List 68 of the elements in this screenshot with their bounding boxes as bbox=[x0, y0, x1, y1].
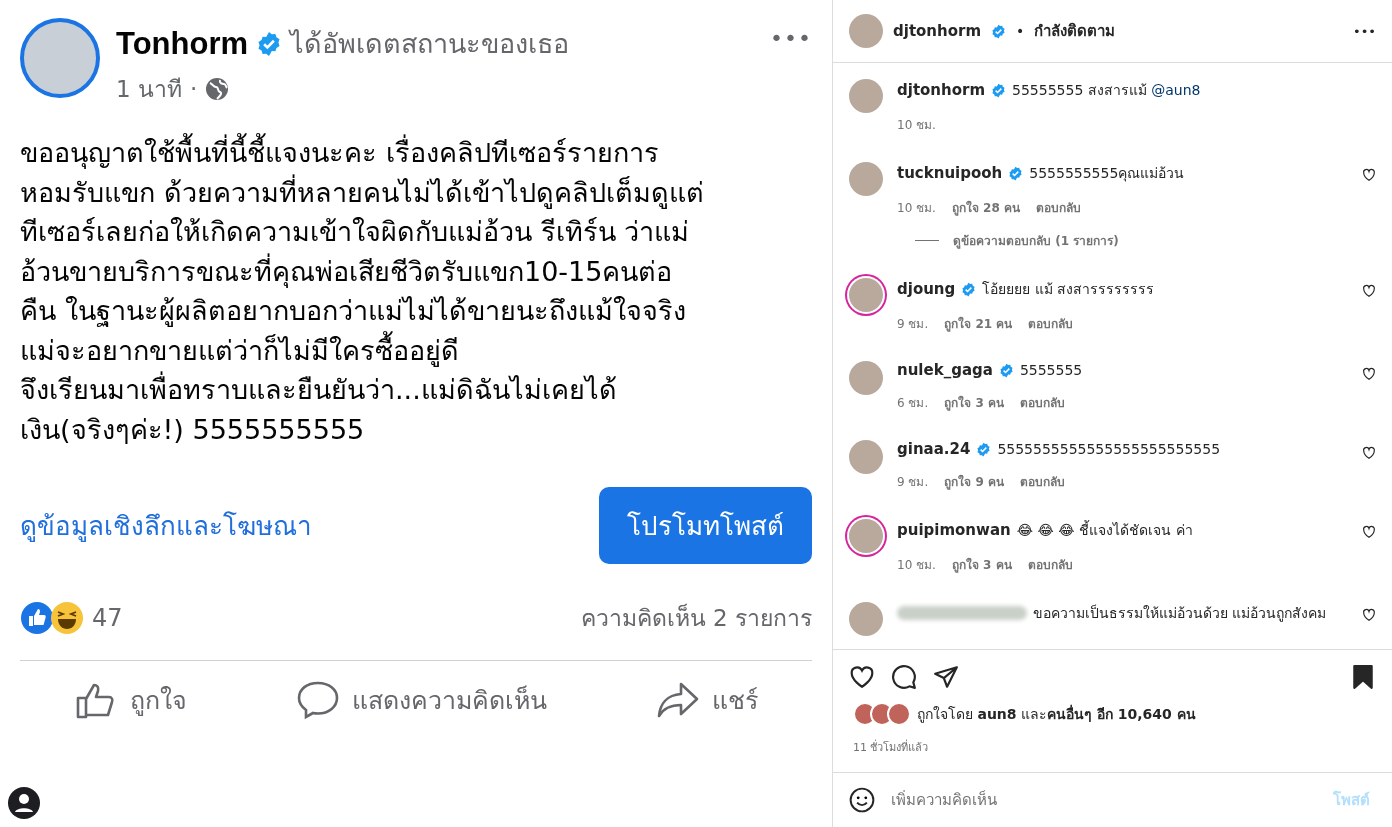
reply-link[interactable]: ตอบกลับ bbox=[1020, 472, 1065, 491]
comment-time: 9 ชม. bbox=[897, 316, 929, 333]
view-replies-link[interactable]: ดูข้อความตอบกลับ (1 รายการ) bbox=[953, 231, 1119, 250]
username[interactable]: ginaa.24 bbox=[897, 440, 971, 458]
username[interactable]: djtonhorm bbox=[893, 22, 982, 40]
reply-link[interactable]: ตอบกลับ bbox=[1020, 393, 1065, 412]
follow-status[interactable]: กำลังติดตาม bbox=[1034, 19, 1116, 43]
mention-link[interactable]: @aun8 bbox=[1151, 82, 1201, 98]
account-icon[interactable] bbox=[8, 787, 40, 819]
author-name[interactable]: Tonhorm bbox=[116, 25, 248, 62]
emoji-icon[interactable] bbox=[849, 787, 875, 813]
comment-text: 5555555555คุณแม่อ้วน bbox=[1029, 164, 1185, 184]
heart-icon[interactable] bbox=[1362, 446, 1376, 460]
heart-icon[interactable] bbox=[1362, 168, 1376, 182]
reply-link[interactable]: ตอบกลับ bbox=[1027, 555, 1073, 574]
username[interactable]: tucknuipooh bbox=[897, 164, 1003, 182]
status-action: ได้อัพเดตสถานะของเธอ bbox=[290, 27, 569, 61]
share-button[interactable]: แชร์ bbox=[649, 679, 764, 721]
post-time[interactable]: 1 นาที bbox=[116, 71, 182, 107]
comment-time: 10 ชม. bbox=[897, 117, 936, 134]
like-count[interactable]: ถูกใจ 9 คน bbox=[944, 472, 1004, 491]
comment-text: โอ้ยยยย แม้ สงสารรรรรรรร bbox=[982, 280, 1155, 299]
heart-icon[interactable] bbox=[1362, 367, 1376, 381]
more-options-button[interactable]: ••• bbox=[770, 18, 812, 51]
bookmark-icon[interactable] bbox=[1350, 664, 1376, 690]
comment-text: 5555555 bbox=[1019, 362, 1083, 378]
post-text: ขออนุญาตใช้พื้นที่นี้ชี้แจงนะคะ เรื่องคลิปทีเซอร์รายการ หอมรับแขก ด้วยความที่หลายคนไม่ได้เข้าไปดูคลิปเต็มดูแต่ ทีเซอร์เลยก่อให้เกิดความเข้าใจผิดกับแม่อ้วน รีเทิร์น ว่าแม่ อ้วนขายบริการขณะที่คุณพ่อเสียชีวิตรับแขก10-15คนต่อ คืน ในฐานะผู้ผลิตอยากบอกว่าแม่ไม่ได้ขายนะถึงแม้ใจจริง แม่จะอยากขายแต่ว่าก็ไม่มีใครซื้ออยู่ดี จึงเรียนมาเพื่อทราบและยืนยันว่า...แม่ดิฉันไม่เคยได้ เงิน(จริงๆค่ะ!) 5555555555 bbox=[20, 133, 812, 449]
comment-text: 5555555555555555555555555 bbox=[997, 441, 1221, 457]
heart-icon[interactable] bbox=[849, 664, 875, 690]
comment-icon[interactable] bbox=[891, 664, 917, 690]
username[interactable]: puipimonwan bbox=[897, 521, 1011, 539]
comment-text: 😂 😂 😂 ชี้แจงได้ชัดเจน ค่า bbox=[1016, 519, 1193, 540]
like-count[interactable]: ถูกใจ 3 คน bbox=[951, 555, 1012, 574]
comment-time: 10 ชม. bbox=[897, 557, 936, 574]
comment-count[interactable]: ความคิดเห็น 2 รายการ bbox=[580, 600, 812, 636]
liker-avatars bbox=[853, 702, 911, 726]
comment-button[interactable]: แสดงความคิดเห็น bbox=[290, 679, 553, 721]
liked-by-text[interactable]: ถูกใจโดย aun8 และคนอื่นๆ อีก 10,640 คน bbox=[917, 703, 1196, 725]
comment-time: 6 ชม. bbox=[897, 395, 929, 412]
caption-text: 55555555 สงสารแม้ @aun8 bbox=[1012, 81, 1201, 100]
globe-icon bbox=[205, 77, 230, 101]
like-reaction-icon bbox=[20, 601, 54, 635]
reply-link[interactable]: ตอบกลับ bbox=[1035, 198, 1081, 217]
promote-post-button[interactable]: โปรโมทโพสต์ bbox=[599, 487, 812, 564]
like-count[interactable]: ถูกใจ 21 คน bbox=[944, 314, 1013, 333]
post-age: 11 ชั่วโมงที่แล้ว bbox=[833, 730, 1392, 773]
more-options-button[interactable]: ••• bbox=[1353, 23, 1376, 39]
like-button[interactable]: ถูกใจ bbox=[68, 679, 194, 721]
username[interactable]: djoung bbox=[897, 280, 956, 298]
insights-link[interactable]: ดูข้อมูลเชิงลึกและโฆษณา bbox=[20, 505, 312, 546]
like-count[interactable]: ถูกใจ 3 คน bbox=[944, 393, 1004, 412]
comment-time: 10 ชม. bbox=[897, 200, 936, 217]
separator: · bbox=[189, 76, 198, 102]
speech-bubble-icon bbox=[296, 680, 340, 720]
reaction-count[interactable]: 47 bbox=[92, 604, 573, 632]
heart-icon[interactable] bbox=[1362, 608, 1376, 622]
username[interactable]: djtonhorm bbox=[897, 81, 986, 99]
share-arrow-icon bbox=[655, 680, 700, 720]
laughing-reaction-icon bbox=[50, 601, 84, 635]
comment-text: ขอความเป็นธรรมให้แม่อ้วนด้วย แม่อ้วนถูกสังคม bbox=[1033, 603, 1327, 624]
separator: • bbox=[1016, 23, 1025, 39]
username[interactable]: nulek_gaga bbox=[897, 361, 993, 379]
heart-icon[interactable] bbox=[1362, 284, 1376, 298]
send-icon[interactable] bbox=[933, 664, 959, 690]
reply-link[interactable]: ตอบกลับ bbox=[1028, 314, 1074, 333]
comment-time: 9 ชม. bbox=[897, 474, 929, 491]
heart-icon[interactable] bbox=[1362, 525, 1376, 539]
like-count[interactable]: ถูกใจ 28 คน bbox=[951, 198, 1020, 217]
